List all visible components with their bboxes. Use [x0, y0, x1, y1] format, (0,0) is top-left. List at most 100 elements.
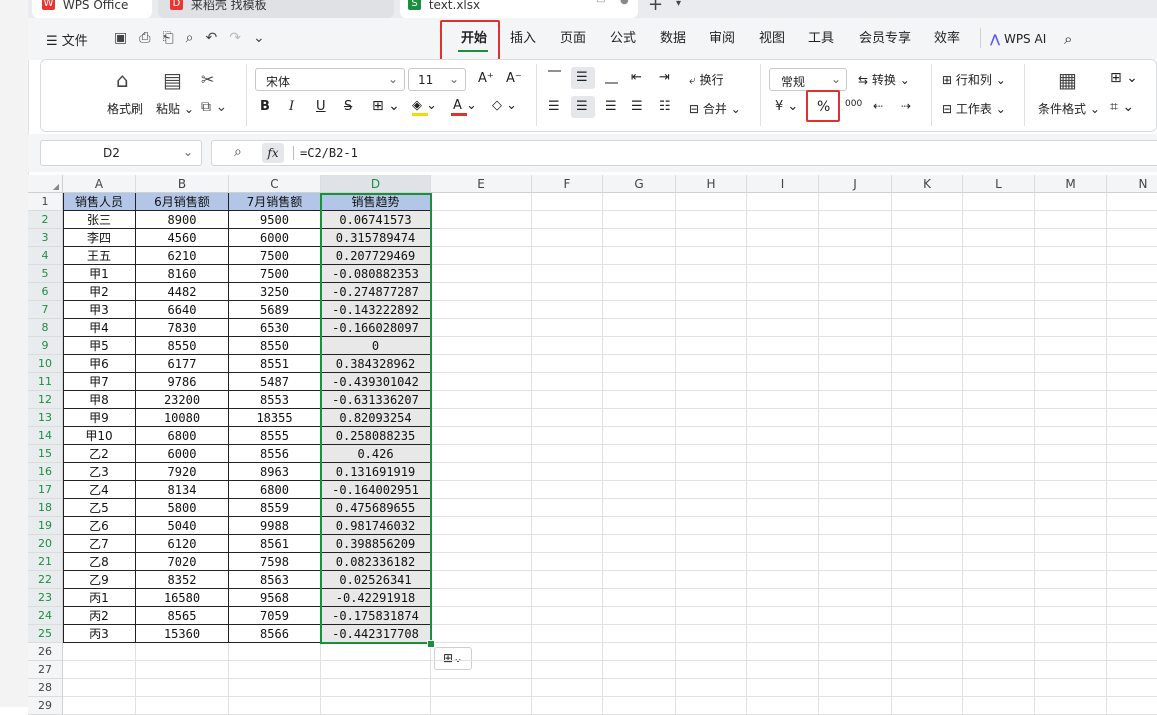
row-header[interactable]: 19	[28, 517, 63, 535]
table-cell[interactable]: 7059	[229, 607, 321, 625]
grid-cell[interactable]	[1107, 391, 1157, 409]
grid-cell[interactable]	[892, 589, 963, 607]
row-header[interactable]: 1	[28, 193, 63, 211]
grid-cell[interactable]	[603, 211, 676, 229]
grid-cell[interactable]	[1035, 571, 1107, 589]
column-header[interactable]: J	[819, 175, 892, 193]
grid-cell[interactable]	[1107, 247, 1157, 265]
grid-cell[interactable]	[676, 517, 747, 535]
wps-ai-button[interactable]: ⋀ WPS AI	[990, 30, 1046, 48]
increase-font-icon[interactable]: A⁺	[478, 71, 494, 86]
grid-cell[interactable]	[892, 409, 963, 427]
grid-cell[interactable]	[603, 535, 676, 553]
grid-cell[interactable]	[892, 643, 963, 661]
grid-cell[interactable]	[1035, 391, 1107, 409]
percent-button[interactable]: %	[817, 99, 830, 115]
grid-cell[interactable]	[431, 211, 532, 229]
grid-cell[interactable]	[892, 211, 963, 229]
grid-cell[interactable]	[603, 193, 676, 211]
grid-cell[interactable]	[532, 337, 603, 355]
grid-cell[interactable]	[1107, 625, 1157, 643]
grid-cell[interactable]	[1035, 319, 1107, 337]
justify-icon[interactable]: ☰	[631, 99, 643, 114]
row-header[interactable]: 9	[28, 337, 63, 355]
table-cell[interactable]: 8553	[229, 391, 321, 409]
row-header[interactable]: 20	[28, 535, 63, 553]
grid-cell[interactable]	[676, 337, 747, 355]
table-cell[interactable]: 9988	[229, 517, 321, 535]
grid-cell[interactable]	[431, 625, 532, 643]
table-cell[interactable]: 8556	[229, 445, 321, 463]
grid-cell[interactable]	[1035, 607, 1107, 625]
row-header[interactable]: 25	[28, 625, 63, 643]
table-cell[interactable]: 6800	[229, 481, 321, 499]
grid-cell[interactable]	[819, 481, 892, 499]
grid-cell[interactable]	[676, 445, 747, 463]
border-icon[interactable]: ⊞ ⌄	[372, 98, 400, 114]
strikethrough-button[interactable]: S	[344, 99, 352, 114]
window-icon[interactable]: ▭	[596, 0, 605, 6]
row-header[interactable]: 2	[28, 211, 63, 229]
file-menu[interactable]: ☰ 文件	[46, 30, 88, 49]
grid-cell[interactable]	[431, 499, 532, 517]
column-header[interactable]: L	[963, 175, 1035, 193]
table-cell[interactable]: 5800	[136, 499, 229, 517]
grid-cell[interactable]	[1035, 643, 1107, 661]
align-left-icon[interactable]: ☰	[548, 99, 560, 114]
table-cell[interactable]: 4482	[136, 283, 229, 301]
grid-cell[interactable]	[1107, 463, 1157, 481]
align-top-icon[interactable]: ⎺	[548, 70, 561, 85]
grid-cell[interactable]	[532, 625, 603, 643]
grid-cell[interactable]	[1107, 283, 1157, 301]
grid-cell[interactable]	[676, 283, 747, 301]
grid-cell[interactable]	[963, 337, 1035, 355]
grid-cell[interactable]	[603, 481, 676, 499]
align-right-icon[interactable]: ☰	[605, 99, 617, 114]
grid-cell[interactable]	[603, 427, 676, 445]
table-cell[interactable]: 7500	[229, 247, 321, 265]
grid-cell[interactable]	[819, 697, 892, 715]
grid-cell[interactable]	[676, 373, 747, 391]
grid-cell[interactable]	[747, 427, 819, 445]
grid-cell[interactable]	[431, 319, 532, 337]
grid-cell[interactable]	[963, 625, 1035, 643]
grid-cell[interactable]	[63, 679, 136, 697]
tab-member[interactable]: 会员专享	[859, 30, 911, 48]
grid-cell[interactable]	[431, 409, 532, 427]
table-cell[interactable]: 6120	[136, 535, 229, 553]
grid-cell[interactable]	[747, 409, 819, 427]
grid-cell[interactable]	[532, 427, 603, 445]
worksheet-button[interactable]: ⊟ 工作表 ⌄	[942, 100, 1006, 117]
grid-cell[interactable]	[1035, 193, 1107, 211]
grid-cell[interactable]	[747, 373, 819, 391]
grid-cell[interactable]	[963, 445, 1035, 463]
table-cell[interactable]: 9500	[229, 211, 321, 229]
table-cell[interactable]: 5689	[229, 301, 321, 319]
grid-cell[interactable]	[431, 193, 532, 211]
grid-cell[interactable]	[1035, 481, 1107, 499]
grid-cell[interactable]	[431, 481, 532, 499]
table-cell[interactable]: 8134	[136, 481, 229, 499]
grid-cell[interactable]	[603, 319, 676, 337]
grid-cell[interactable]	[819, 553, 892, 571]
grid-cell[interactable]	[1107, 355, 1157, 373]
grid-cell[interactable]	[676, 409, 747, 427]
grid-cell[interactable]	[676, 229, 747, 247]
table-cell[interactable]: 乙3	[63, 463, 136, 481]
row-header[interactable]: 14	[28, 427, 63, 445]
grid-cell[interactable]	[963, 355, 1035, 373]
table-cell[interactable]: 甲5	[63, 337, 136, 355]
decrease-font-icon[interactable]: A⁻	[506, 71, 522, 86]
tab-text-xlsx[interactable]: S text.xlsx ▭ ●	[400, 0, 638, 18]
grid-cell[interactable]	[676, 427, 747, 445]
conditional-format-button[interactable]: 条件格式 ⌄	[1038, 100, 1100, 117]
print-icon[interactable]: ⎗	[162, 30, 185, 46]
fill-color-icon[interactable]: ◈ ⌄	[412, 98, 437, 113]
row-header[interactable]: 26	[28, 643, 63, 661]
grid-cell[interactable]	[747, 355, 819, 373]
table-cell[interactable]: 甲1	[63, 265, 136, 283]
grid-cell[interactable]	[1107, 571, 1157, 589]
grid-cell[interactable]	[963, 211, 1035, 229]
grid-cell[interactable]	[1035, 283, 1107, 301]
grid-cell[interactable]	[603, 409, 676, 427]
